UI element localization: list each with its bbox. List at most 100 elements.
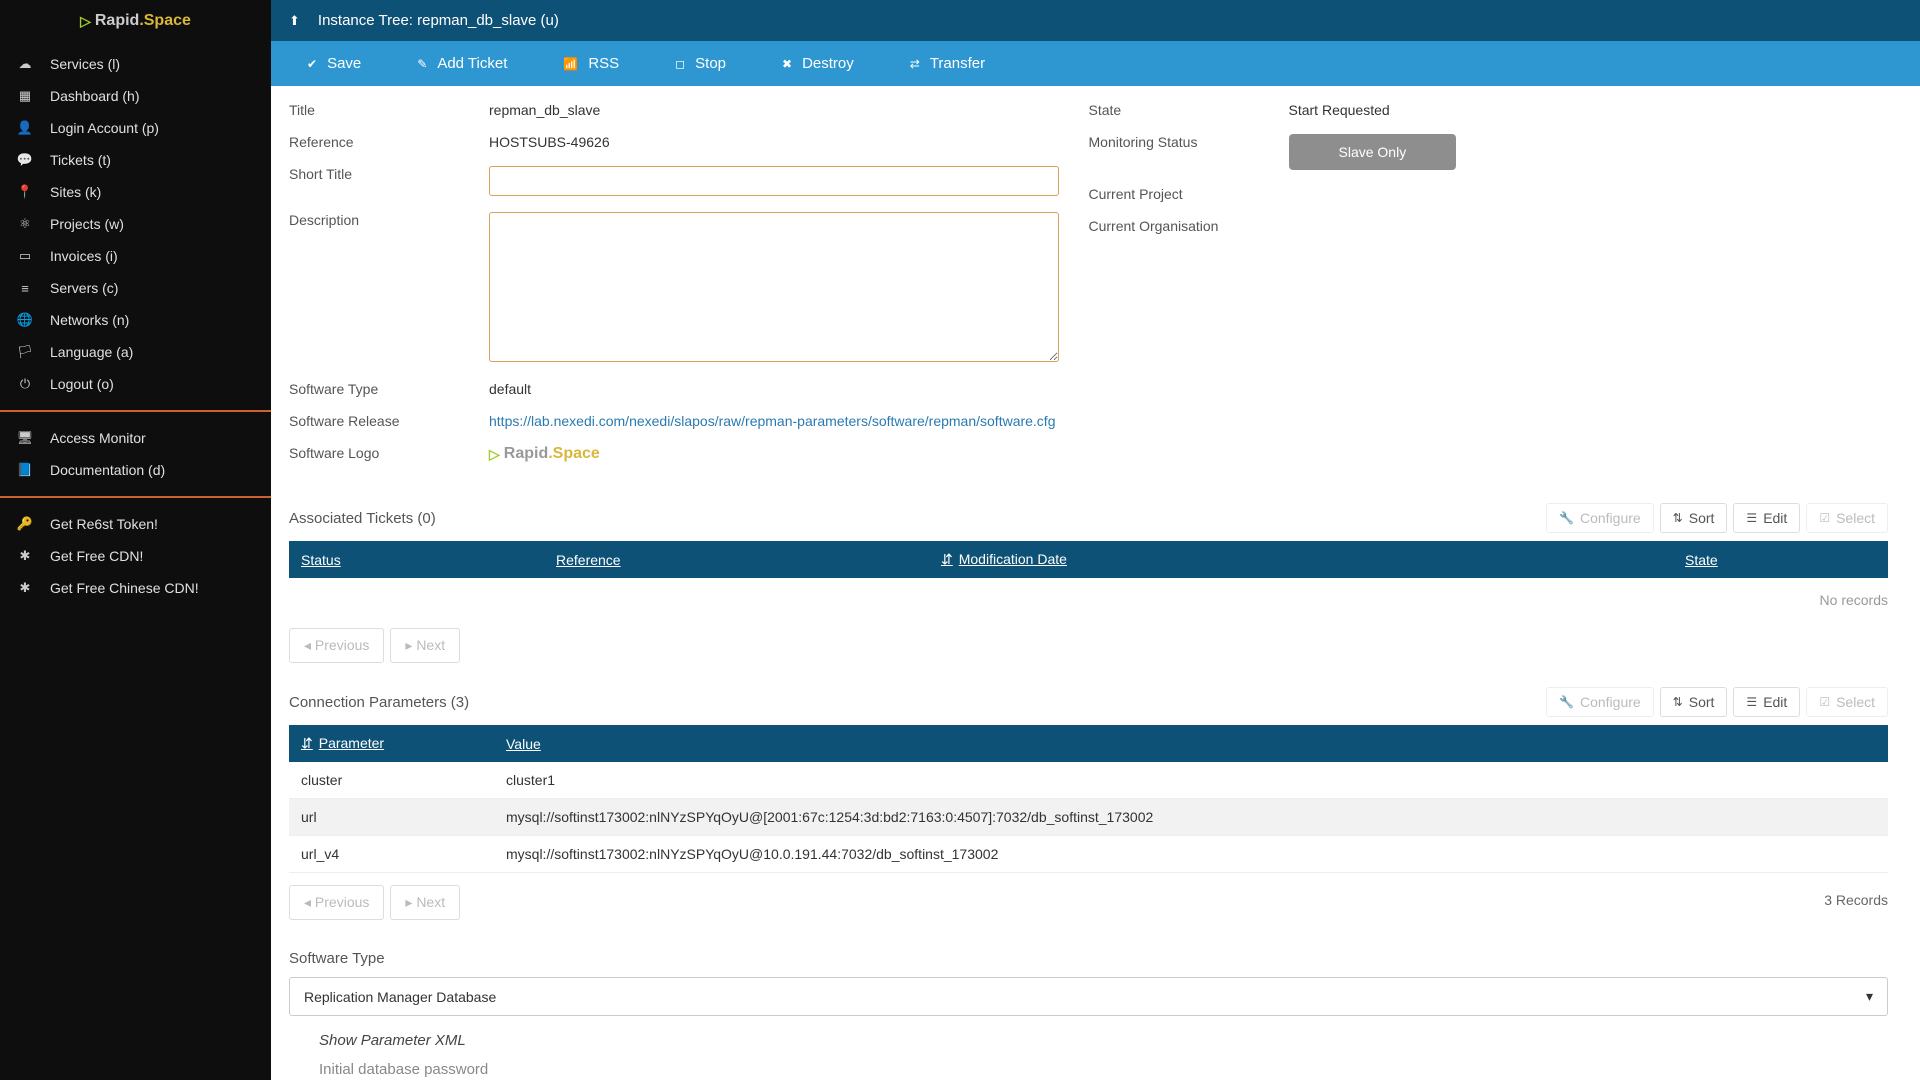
nav-label: Language (a) bbox=[50, 344, 133, 360]
tickets-sort-button[interactable]: ⇅Sort bbox=[1660, 503, 1728, 533]
form-right: StateStart Requested Monitoring StatusSl… bbox=[1089, 98, 1889, 479]
sidebar-item[interactable]: ☁Services (l) bbox=[0, 48, 271, 80]
conn-edit-button[interactable]: ☰Edit bbox=[1733, 687, 1800, 717]
chevron-right-icon: ▸ bbox=[405, 894, 416, 910]
action-label: RSS bbox=[588, 55, 619, 72]
title-value: repman_db_slave bbox=[489, 98, 1059, 118]
check-icon: ☑ bbox=[1819, 511, 1830, 525]
sidebar-item[interactable]: 🏳Language (a) bbox=[0, 336, 271, 368]
breadcrumb-text: Instance Tree: repman_db_slave (u) bbox=[318, 12, 559, 29]
tickets-col-modification[interactable]: ⇵Modification Date bbox=[929, 541, 1673, 578]
tickets-next-button[interactable]: ▸ Next bbox=[390, 628, 460, 663]
sidebar-item[interactable]: ▭Invoices (i) bbox=[0, 240, 271, 272]
monitoring-status-badge[interactable]: Slave Only bbox=[1289, 134, 1457, 170]
check-icon: ☑ bbox=[1819, 695, 1830, 709]
tickets-configure-button[interactable]: 🔧Configure bbox=[1546, 503, 1654, 533]
conn-sort-button[interactable]: ⇅Sort bbox=[1660, 687, 1728, 717]
nav-docs: 🖥Access Monitor📘Documentation (d) bbox=[0, 416, 271, 492]
action-button[interactable]: ✎ Add Ticket bbox=[389, 55, 535, 72]
tickets-col-status[interactable]: Status bbox=[289, 541, 544, 578]
conn-select-button[interactable]: ☑Select bbox=[1806, 687, 1888, 717]
current-project-value bbox=[1289, 182, 1859, 186]
nav-label: Sites (k) bbox=[50, 184, 101, 200]
action-label: Save bbox=[327, 55, 361, 72]
nav-icon: 🌐 bbox=[14, 312, 36, 328]
title-label: Title bbox=[289, 98, 489, 118]
tickets-select-button[interactable]: ☑Select bbox=[1806, 503, 1888, 533]
chevron-right-icon: ▸ bbox=[405, 637, 416, 653]
description-input[interactable] bbox=[489, 212, 1059, 362]
tickets-col-reference[interactable]: Reference bbox=[544, 541, 929, 578]
sidebar-item[interactable]: 👤Login Account (p) bbox=[0, 112, 271, 144]
action-button[interactable]: ◻Stop bbox=[647, 55, 754, 72]
conn-configure-button[interactable]: 🔧Configure bbox=[1546, 687, 1654, 717]
nav-icon: ≡ bbox=[14, 281, 36, 296]
action-icon: ✎ bbox=[417, 57, 427, 71]
conn-col-value[interactable]: Value bbox=[494, 725, 1888, 762]
short-title-input[interactable] bbox=[489, 166, 1059, 196]
tickets-no-records: No records bbox=[289, 578, 1888, 622]
state-value: Start Requested bbox=[1289, 98, 1859, 118]
table-row: clustercluster1 bbox=[289, 762, 1888, 799]
current-project-label: Current Project bbox=[1089, 182, 1289, 202]
sidebar-item[interactable]: ✱Get Free CDN! bbox=[0, 540, 271, 572]
breadcrumb-up-icon[interactable]: ⬆ bbox=[289, 13, 300, 29]
action-button[interactable]: ✖Destroy bbox=[754, 55, 882, 72]
nav-label: Projects (w) bbox=[50, 216, 124, 232]
nav-label: Documentation (d) bbox=[50, 462, 165, 478]
action-label: Add Ticket bbox=[437, 55, 507, 72]
show-parameter-xml-link[interactable]: Show Parameter XML bbox=[319, 1032, 1888, 1049]
logo-icon: ▷ bbox=[80, 13, 91, 30]
tickets-col-state[interactable]: State bbox=[1673, 541, 1888, 578]
conn-previous-button[interactable]: ◂ Previous bbox=[289, 885, 384, 920]
action-icon: 📶 bbox=[563, 57, 578, 71]
sidebar-item[interactable]: ≡Servers (c) bbox=[0, 272, 271, 304]
state-label: State bbox=[1089, 98, 1289, 118]
action-button[interactable]: ✔Save bbox=[279, 55, 389, 72]
nav-icon: ▭ bbox=[14, 248, 36, 264]
nav-divider bbox=[0, 410, 271, 412]
action-bar: ✔Save ✎ Add Ticket 📶 RSS ◻Stop✖Destroy⇄Transf… bbox=[271, 41, 1920, 86]
nav-label: Get Free Chinese CDN! bbox=[50, 580, 199, 596]
sidebar-item[interactable]: 📍Sites (k) bbox=[0, 176, 271, 208]
sidebar-item[interactable]: ✱Get Free Chinese CDN! bbox=[0, 572, 271, 604]
conn-next-button[interactable]: ▸ Next bbox=[390, 885, 460, 920]
conn-col-parameter[interactable]: ⇵Parameter bbox=[289, 725, 494, 762]
software-type-label: Software Type bbox=[289, 377, 489, 397]
software-type-select[interactable]: Replication Manager Database ▾ bbox=[289, 977, 1888, 1016]
sidebar-item[interactable]: 🖥Access Monitor bbox=[0, 422, 271, 454]
tickets-edit-button[interactable]: ☰Edit bbox=[1733, 503, 1800, 533]
nav-icon: 💬 bbox=[14, 152, 36, 168]
cell-value: mysql://softinst173002:nlNYzSPYqOyU@10.0… bbox=[494, 836, 1888, 873]
sidebar-item[interactable]: ⚛ Projects (w) bbox=[0, 208, 271, 240]
nav-label: Tickets (t) bbox=[50, 152, 111, 168]
logo-text-1: Rapid bbox=[95, 12, 139, 30]
wrench-icon: 🔧 bbox=[1559, 511, 1574, 525]
logo[interactable]: ▷Rapid.Space bbox=[0, 0, 271, 42]
nav-icon: ☁ bbox=[14, 56, 36, 72]
software-logo-label: Software Logo bbox=[289, 441, 489, 461]
reference-label: Reference bbox=[289, 130, 489, 150]
nav-main: ☁Services (l)▦Dashboard (h)👤Login Accoun… bbox=[0, 42, 271, 406]
form-left: Titlerepman_db_slave ReferenceHOSTSUBS-4… bbox=[289, 98, 1089, 479]
table-row: url_v4mysql://softinst173002:nlNYzSPYqOy… bbox=[289, 836, 1888, 873]
action-button[interactable]: 📶 RSS bbox=[535, 55, 647, 72]
sidebar-item[interactable]: 🌐Networks (n) bbox=[0, 304, 271, 336]
nav-icon: ⚛ bbox=[14, 216, 36, 232]
sidebar-item[interactable]: 📘Documentation (d) bbox=[0, 454, 271, 486]
nav-icon: ▦ bbox=[14, 88, 36, 104]
sort-icon: ⇅ bbox=[1673, 511, 1683, 525]
tickets-previous-button[interactable]: ◂ Previous bbox=[289, 628, 384, 663]
action-icon: ◻ bbox=[675, 57, 685, 71]
description-label: Description bbox=[289, 208, 489, 228]
software-release-link[interactable]: https://lab.nexedi.com/nexedi/slapos/raw… bbox=[489, 413, 1056, 429]
sidebar-item[interactable]: ⏻Logout (o) bbox=[0, 368, 271, 400]
logo-text-2: .Space bbox=[139, 12, 191, 30]
sidebar-item[interactable]: 💬 Tickets (t) bbox=[0, 144, 271, 176]
sidebar-item[interactable]: 🔑Get Re6st Token! bbox=[0, 508, 271, 540]
sidebar-item[interactable]: ▦Dashboard (h) bbox=[0, 80, 271, 112]
action-button[interactable]: ⇄Transfer bbox=[882, 55, 1013, 72]
sort-desc-icon: ⇵ bbox=[941, 551, 953, 567]
chevron-down-icon: ▾ bbox=[1866, 988, 1873, 1005]
chevron-left-icon: ◂ bbox=[304, 637, 315, 653]
